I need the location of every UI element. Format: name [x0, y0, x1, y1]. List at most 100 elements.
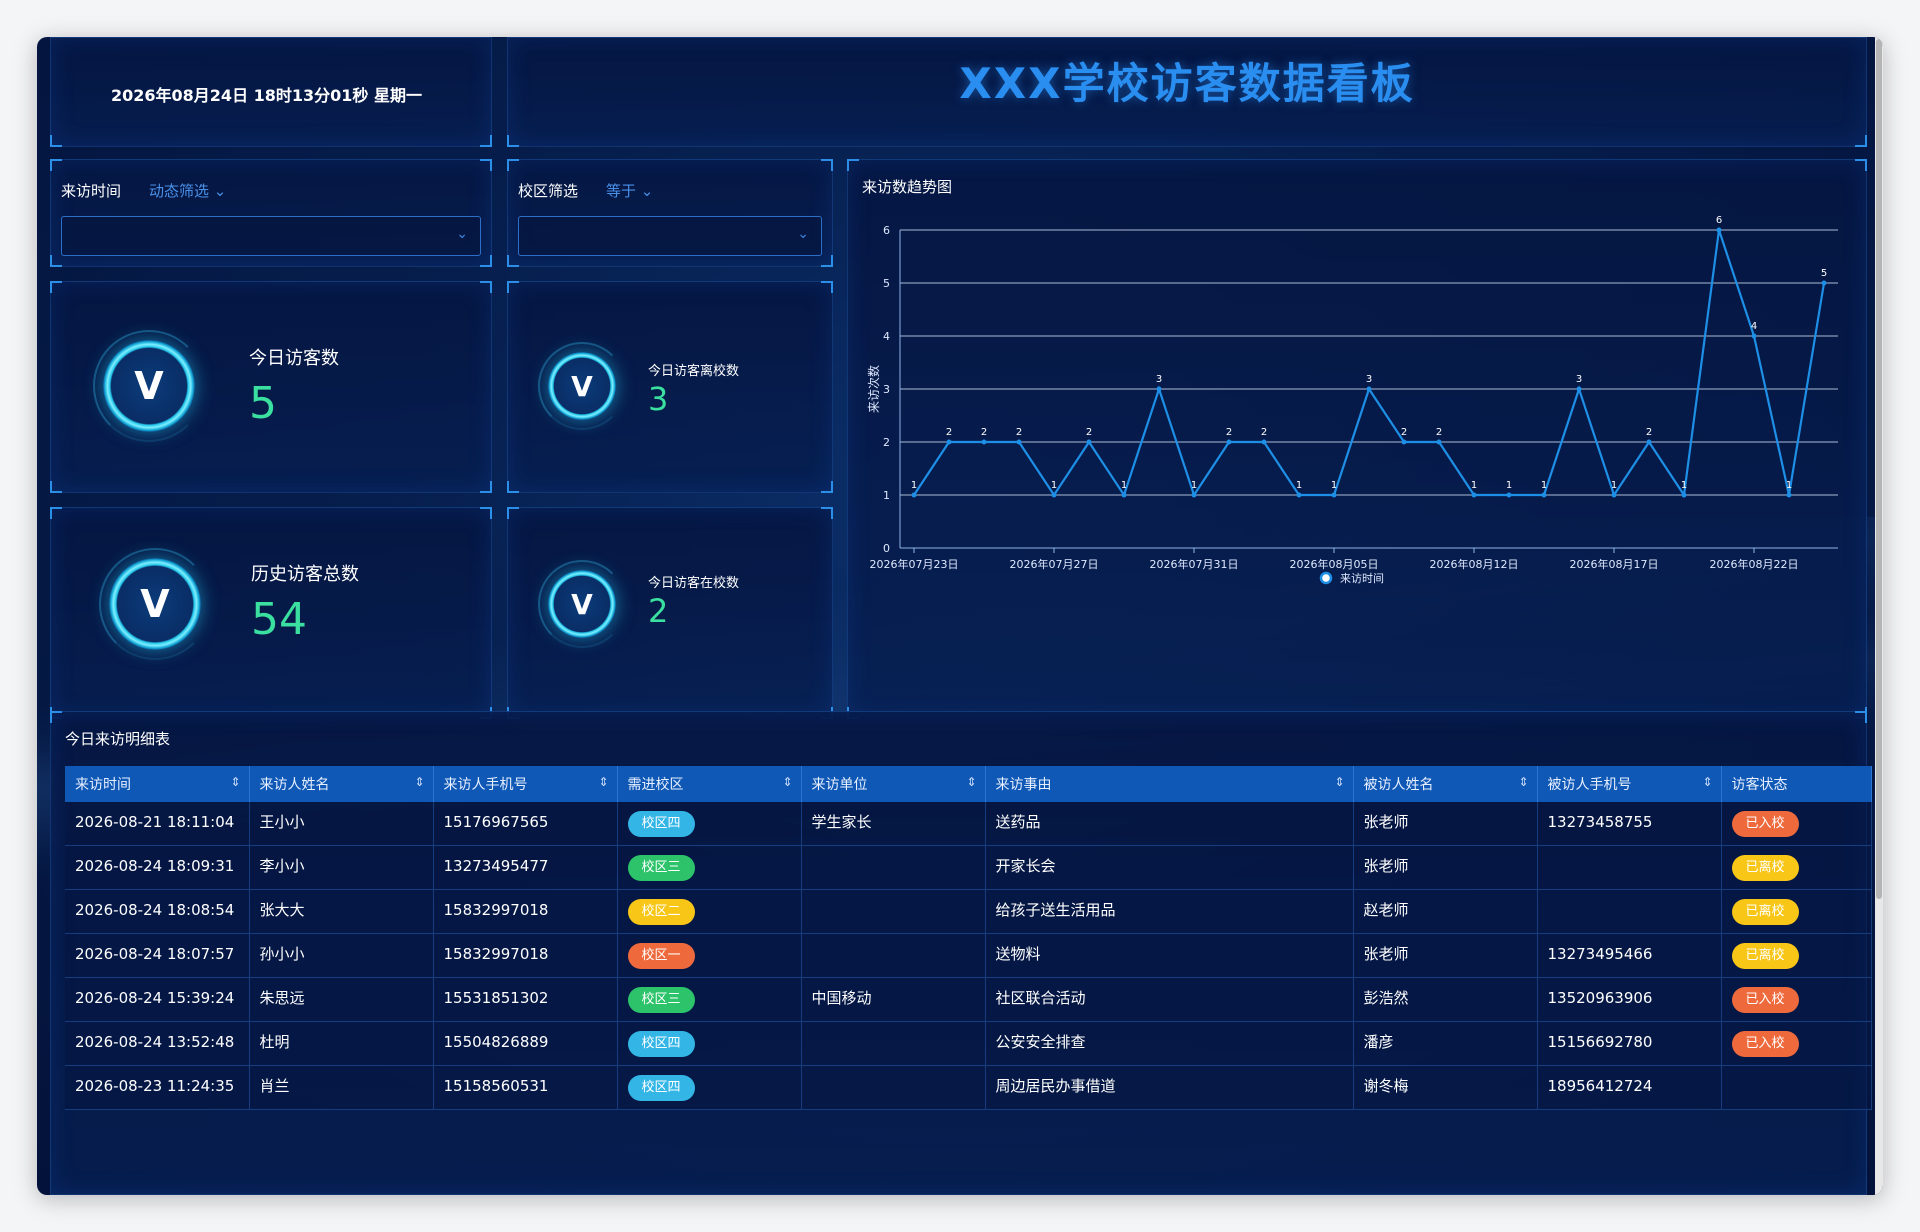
- scrollbar-thumb[interactable]: [1876, 39, 1882, 899]
- column-header[interactable]: 访客状态: [1721, 766, 1872, 802]
- cell-reason: 开家长会: [985, 845, 1354, 890]
- data-label: 6: [1716, 215, 1722, 226]
- column-header[interactable]: 来访单位 ⇕: [801, 766, 986, 802]
- column-header[interactable]: 来访时间 ⇕: [65, 766, 250, 802]
- sort-icon[interactable]: ⇕: [782, 775, 792, 789]
- data-label: 1: [1051, 480, 1057, 491]
- cell-time: 2026-08-24 18:09:31: [65, 845, 250, 890]
- campus-tag: 校区一: [627, 943, 695, 969]
- sort-icon[interactable]: ⇕: [414, 775, 424, 789]
- data-point: [1016, 439, 1022, 445]
- data-point: [1366, 386, 1372, 392]
- cell-name: 孙小小: [249, 933, 434, 978]
- sort-icon[interactable]: ⇕: [598, 775, 608, 789]
- sort-icon[interactable]: ⇕: [1702, 775, 1712, 789]
- time-filter-select[interactable]: ⌄: [61, 216, 481, 256]
- data-label: 3: [1576, 374, 1582, 385]
- cell-name: 肖兰: [249, 1065, 434, 1110]
- chevron-down-icon: ⌄: [213, 182, 227, 200]
- detail-table-panel: 今日来访明细表 来访时间 ⇕ 来访人姓名 ⇕ 来访人手机号 ⇕ 需进校区 ⇕ 来访单位 ⇕ 来访事由…: [50, 711, 1872, 1195]
- v-logo-icon: V: [538, 560, 626, 648]
- data-label: 2: [1436, 427, 1442, 438]
- data-label: 1: [1471, 480, 1477, 491]
- trend-line-chart[interactable]: 0 1 2 3 4 5 6 来访次数 2026年07月23日 2026年07月27日 2026年07…: [848, 160, 1868, 720]
- campus-tag: 校区四: [627, 1031, 695, 1057]
- time-filter-mode-dropdown[interactable]: 动态筛选 ⌄: [149, 180, 226, 201]
- data-label: 2: [1226, 427, 1232, 438]
- campus-tag: 校区三: [627, 987, 695, 1013]
- cell-host-phone: 13273458755: [1537, 802, 1722, 846]
- data-point: [1576, 386, 1582, 392]
- data-point: [1051, 492, 1057, 498]
- cell-time: 2026-08-24 15:39:24: [65, 977, 250, 1022]
- cell-status: 已离校: [1721, 933, 1872, 978]
- data-point: [946, 439, 952, 445]
- sort-icon[interactable]: ⇕: [230, 775, 240, 789]
- data-point: [1681, 492, 1687, 498]
- cell-status: 已离校: [1721, 889, 1872, 934]
- cell-reason: 社区联合活动: [985, 977, 1354, 1022]
- today-in-school-value: 2: [648, 592, 669, 630]
- x-tick-label: 2026年07月23日: [870, 557, 959, 571]
- data-point: [1296, 492, 1302, 498]
- cell-status: 已入校: [1721, 977, 1872, 1022]
- data-label: 2: [981, 427, 987, 438]
- cell-unit: 中国移动: [801, 977, 986, 1022]
- cell-campus: 校区一: [617, 933, 802, 978]
- data-label: 1: [1786, 480, 1792, 491]
- cell-name: 王小小: [249, 802, 434, 846]
- cell-phone: 15504826889: [433, 1021, 618, 1066]
- column-header[interactable]: 来访事由 ⇕: [985, 766, 1354, 802]
- data-point: [1086, 439, 1092, 445]
- table-row[interactable]: 2026-08-24 18:09:31 李小小 13273495477 校区三 开家长会…: [65, 845, 1872, 890]
- cell-unit: [801, 933, 986, 978]
- cell-campus: 校区三: [617, 977, 802, 1022]
- data-label: 4: [1751, 321, 1757, 332]
- time-filter-panel: 来访时间 动态筛选 ⌄ ⌄: [50, 159, 492, 267]
- x-tick-label: 2026年07月27日: [1010, 557, 1099, 571]
- table-row[interactable]: 2026-08-24 15:39:24 朱思远 15531851302 校区三 中国移动…: [65, 977, 1872, 1022]
- sort-icon[interactable]: ⇕: [966, 775, 976, 789]
- title-panel: XXX学校访客数据看板: [507, 37, 1867, 147]
- status-badge: 已入校: [1731, 1031, 1799, 1057]
- column-header[interactable]: 被访人姓名 ⇕: [1353, 766, 1538, 802]
- cell-reason: 送药品: [985, 802, 1354, 846]
- y-tick-label: 3: [883, 383, 890, 396]
- data-point: [1506, 492, 1512, 498]
- today-in-school-card: V 今日访客在校数 2: [507, 507, 833, 719]
- campus-filter-mode-dropdown[interactable]: 等于 ⌄: [606, 180, 653, 201]
- column-header[interactable]: 需进校区 ⇕: [617, 766, 802, 802]
- chevron-down-icon: ⌄: [456, 226, 468, 242]
- y-tick-label: 2: [883, 436, 890, 449]
- sort-icon[interactable]: ⇕: [1334, 775, 1344, 789]
- data-point: [911, 492, 917, 498]
- today-left-card: V 今日访客离校数 3: [507, 281, 833, 493]
- sort-icon[interactable]: ⇕: [1518, 775, 1528, 789]
- data-point: [1821, 280, 1827, 286]
- v-logo-icon: V: [93, 330, 205, 442]
- today-in-school-label: 今日访客在校数: [648, 576, 740, 591]
- table-row[interactable]: 2026-08-24 13:52:48 杜明 15504826889 校区四 公安安全排…: [65, 1021, 1872, 1066]
- table-row[interactable]: 2026-08-23 11:24:35 肖兰 15158560531 校区四 周边居民办…: [65, 1065, 1872, 1110]
- y-tick-label: 1: [883, 489, 890, 502]
- column-header[interactable]: 被访人手机号 ⇕: [1537, 766, 1722, 802]
- campus-filter-select[interactable]: ⌄: [518, 216, 822, 256]
- data-point: [1471, 492, 1477, 498]
- scrollbar[interactable]: [1875, 37, 1883, 1195]
- table-row[interactable]: 2026-08-24 18:07:57 孙小小 15832997018 校区一 送物料张…: [65, 933, 1872, 978]
- data-point: [1331, 492, 1337, 498]
- cell-name: 朱思远: [249, 977, 434, 1022]
- cell-name: 李小小: [249, 845, 434, 890]
- data-label: 1: [1296, 480, 1302, 491]
- total-visitors-label: 历史访客总数: [251, 564, 359, 585]
- cell-phone: 13273495477: [433, 845, 618, 890]
- data-label: 1: [911, 480, 917, 491]
- cell-host: 潘彦: [1353, 1021, 1538, 1066]
- table-row[interactable]: 2026-08-21 18:11:04 王小小 15176967565 校区四 学生家长…: [65, 802, 1872, 846]
- table-row[interactable]: 2026-08-24 18:08:54 张大大 15832997018 校区二 给孩子送…: [65, 889, 1872, 934]
- column-header[interactable]: 来访人姓名 ⇕: [249, 766, 434, 802]
- dashboard-window: 2026年08月24日 18时13分01秒 星期一 XXX学校访客数据看板 来访…: [37, 37, 1883, 1195]
- column-header[interactable]: 来访人手机号 ⇕: [433, 766, 618, 802]
- cell-time: 2026-08-23 11:24:35: [65, 1065, 250, 1110]
- cell-host-phone: 18956412724: [1537, 1065, 1722, 1110]
